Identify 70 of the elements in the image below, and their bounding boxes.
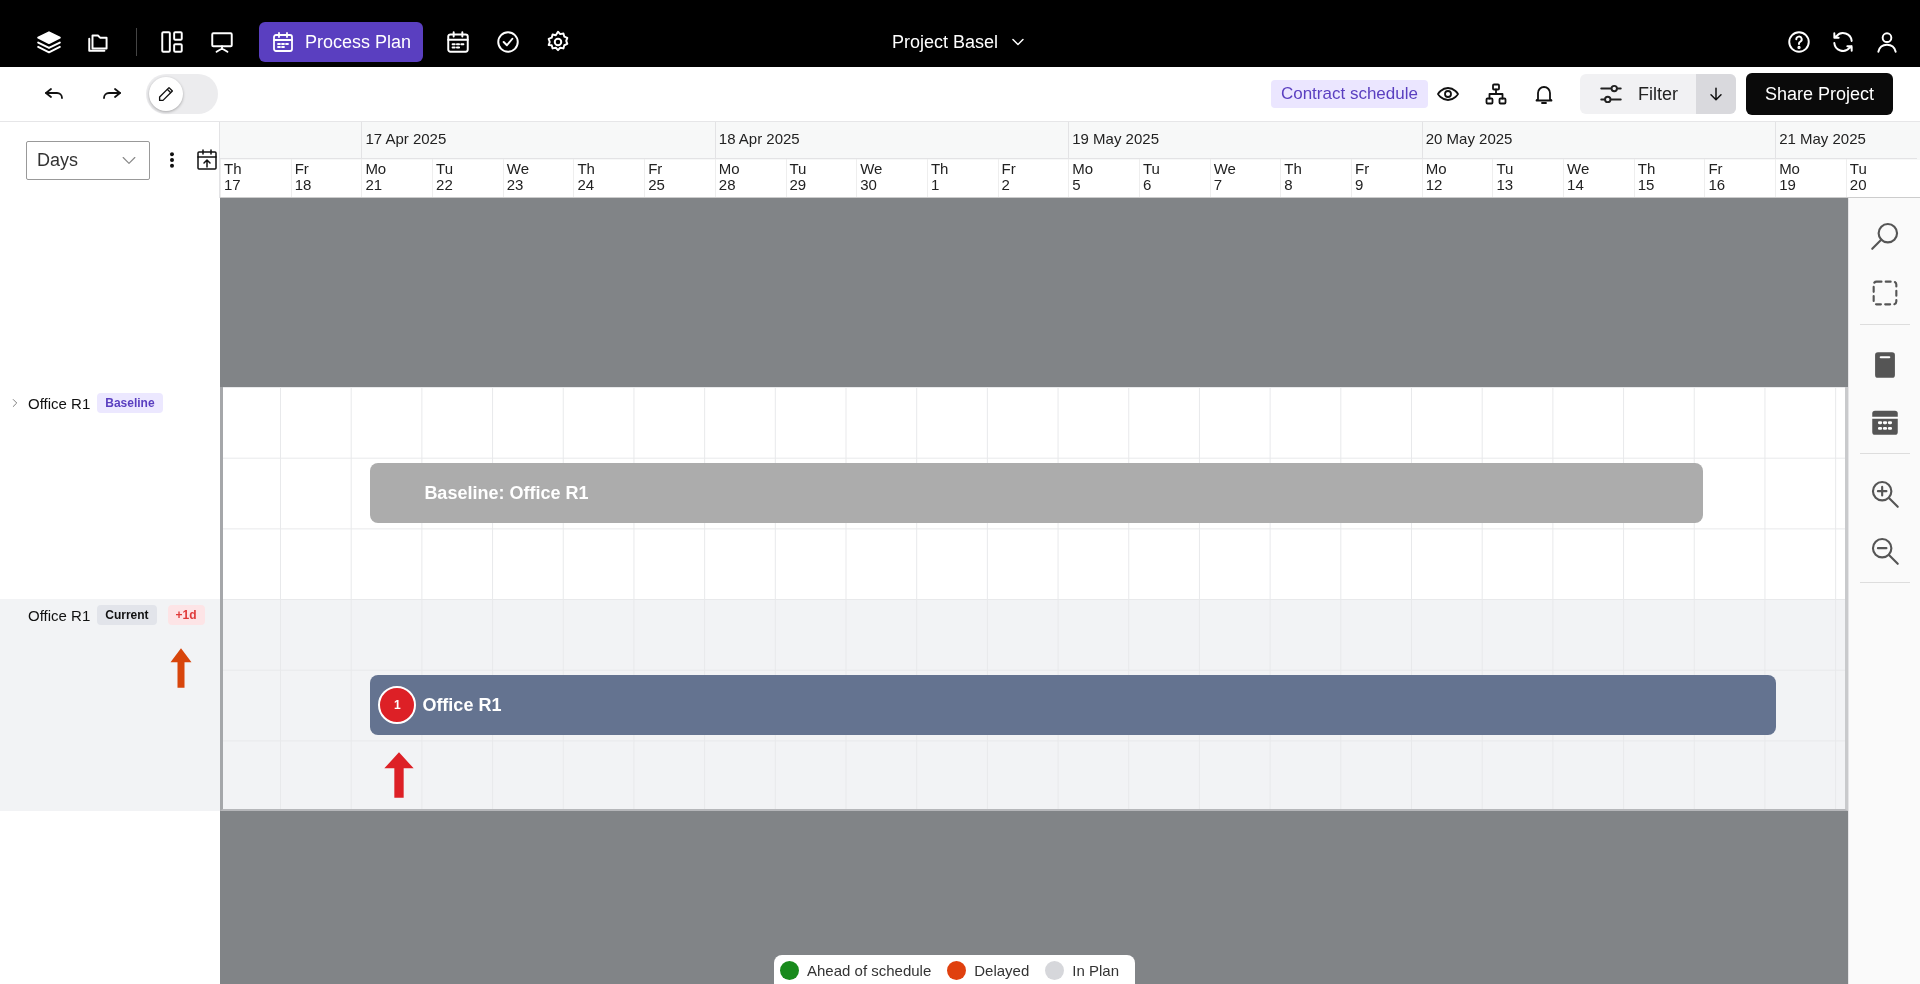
weekday-label: Tu — [1496, 161, 1515, 177]
day-number: 6 — [1142, 177, 1153, 193]
tag: Baseline — [97, 393, 163, 413]
day-number: 9 — [1355, 177, 1365, 193]
week-label: 20 May 2025 — [1425, 130, 1513, 147]
row-name: Office R1 — [28, 394, 91, 412]
weekday-label: Th — [577, 161, 596, 177]
weekday-label: Mo — [1779, 161, 1801, 177]
weekday-label: Fr — [1708, 161, 1724, 177]
day-number: 14 — [1567, 177, 1585, 193]
weekday-label: Fr — [1355, 161, 1371, 177]
weekday-label: Fr — [294, 161, 310, 177]
weekday-label: We — [506, 161, 530, 177]
weekday-label: We — [1213, 161, 1237, 177]
week-label: 19 May 2025 — [1072, 130, 1159, 147]
day-number: 16 — [1708, 177, 1727, 193]
legend-label: Delayed — [974, 962, 1030, 979]
share-button[interactable]: Share Project — [1745, 73, 1893, 115]
issue-marker[interactable]: 1 — [378, 686, 417, 725]
day-number: 5 — [1072, 177, 1082, 193]
day-number: 18 — [294, 177, 313, 193]
bar-label: Office R1 — [422, 694, 502, 716]
week-label: 21 May 2025 — [1779, 130, 1866, 147]
weekday-label: Mo — [718, 161, 741, 177]
weekday-label: Tu — [1142, 161, 1161, 177]
tag: Current — [97, 605, 157, 625]
day-number: 12 — [1425, 177, 1444, 193]
weekday-label: Mo — [365, 161, 388, 177]
row-name: Office R1 — [28, 606, 91, 624]
weekday-label: Th — [1284, 161, 1303, 177]
weekday-label: Th — [1637, 161, 1657, 177]
weekday-label: We — [1567, 161, 1591, 177]
day-number: 19 — [1779, 177, 1797, 193]
day-number: 1 — [930, 177, 941, 193]
day-number: 13 — [1496, 177, 1515, 193]
day-number: 28 — [718, 177, 737, 193]
day-number: 21 — [365, 177, 384, 193]
day-number: 8 — [1284, 177, 1294, 193]
day-number: 7 — [1213, 177, 1223, 193]
delay-badge: +1d — [167, 605, 205, 625]
legend-label: In Plan — [1072, 962, 1119, 979]
weekday-label: Mo — [1072, 161, 1095, 177]
bar-label: Baseline: Office R1 — [424, 482, 589, 504]
weekday-label: Mo — [1425, 161, 1448, 177]
day-number: 20 — [1849, 177, 1868, 193]
weekday-label: Tu — [789, 161, 808, 177]
weekday-label: We — [860, 161, 884, 177]
weekday-label: Fr — [1001, 161, 1017, 177]
legend-label: Ahead of schedule — [807, 962, 932, 979]
process-plan-tab[interactable]: Process Plan — [259, 22, 424, 62]
day-number: 30 — [860, 177, 878, 193]
day-number: 24 — [577, 177, 596, 193]
scale-select[interactable]: Days — [26, 140, 150, 180]
weekday-label: Tu — [1849, 161, 1868, 177]
project-selector[interactable]: Project Basel — [891, 17, 1029, 67]
weekday-label: Fr — [648, 161, 664, 177]
day-number: 17 — [224, 177, 242, 193]
day-number: 23 — [506, 177, 525, 193]
schedule-chip[interactable]: Contract schedule — [1270, 80, 1428, 108]
day-number: 25 — [648, 177, 666, 193]
day-number: 29 — [789, 177, 808, 193]
weekday-label: Th — [930, 161, 950, 177]
weekday-label: Th — [224, 161, 243, 177]
day-number: 22 — [436, 177, 454, 193]
weekday-label: Tu — [436, 161, 454, 177]
day-number: 15 — [1637, 177, 1656, 193]
week-label: 17 Apr 2025 — [365, 130, 447, 147]
week-label: 18 Apr 2025 — [718, 130, 800, 147]
day-number: 2 — [1001, 177, 1011, 193]
task-bar[interactable]: 1 Office R1 — [370, 675, 1777, 736]
